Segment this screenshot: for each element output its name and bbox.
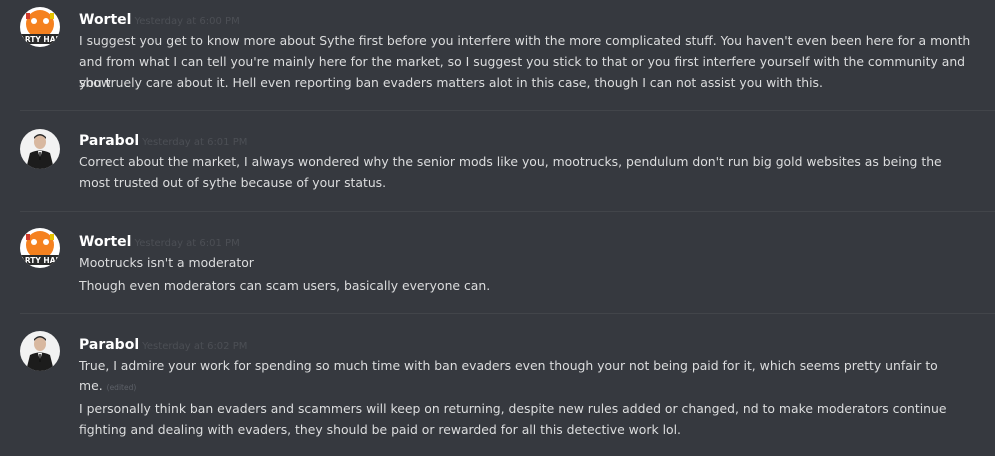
message-header: Wortel Yesterday at 6:01 PM xyxy=(79,231,240,250)
parabol-avatar[interactable] xyxy=(20,331,60,371)
wortel-avatar[interactable]: ARTY HAP xyxy=(20,7,60,47)
message-group-parabol-2: Parabol Yesterday at 6:02 PM True, I admi… xyxy=(0,314,995,456)
timestamp: Yesterday at 6:00 PM xyxy=(134,16,240,27)
username[interactable]: Wortel xyxy=(79,234,131,250)
message-header: Parabol Yesterday at 6:02 PM xyxy=(79,334,248,353)
message-group-wortel-1: ARTY HAP Wortel Yesterday at 6:00 PM I su… xyxy=(0,0,995,110)
message-line: me. (edited) xyxy=(79,375,989,398)
message-group-parabol-1: Parabol Yesterday at 6:01 PM Correct abou… xyxy=(0,111,995,211)
message-line-text: me. xyxy=(79,378,103,393)
chat-messages: ARTY HAP Wortel Yesterday at 6:00 PM I su… xyxy=(0,0,995,456)
message-line: I personally think ban evaders and scamm… xyxy=(79,401,947,416)
message-group-wortel-2: ARTY HAP Wortel Yesterday at 6:01 PM Moot… xyxy=(0,212,995,312)
timestamp: Yesterday at 6:02 PM xyxy=(142,341,248,352)
message-line: True, I admire your work for spending so… xyxy=(79,358,938,373)
message-line: fighting and dealing with evaders, they … xyxy=(79,422,681,437)
timestamp: Yesterday at 6:01 PM xyxy=(142,137,248,148)
message-line: Though even moderators can scam users, b… xyxy=(79,278,491,293)
parabol-avatar-image xyxy=(20,331,60,371)
message-line: you truely care about it. Hell even repo… xyxy=(79,75,823,90)
message-line: I suggest you get to know more about Syt… xyxy=(79,33,971,48)
parabol-avatar-image xyxy=(20,129,60,169)
message-header: Parabol Yesterday at 6:01 PM xyxy=(79,130,248,149)
message-line: Mootrucks isn't a moderator xyxy=(79,255,254,270)
message-header: Wortel Yesterday at 6:00 PM xyxy=(79,9,240,28)
edited-label: (edited) xyxy=(106,383,137,392)
wortel-avatar-text: ARTY HAP xyxy=(20,256,60,265)
wortel-avatar-image: ARTY HAP xyxy=(20,228,60,268)
username[interactable]: Wortel xyxy=(79,12,131,28)
wortel-avatar[interactable]: ARTY HAP xyxy=(20,228,60,268)
parabol-avatar[interactable] xyxy=(20,129,60,169)
timestamp: Yesterday at 6:01 PM xyxy=(134,238,240,249)
username[interactable]: Parabol xyxy=(79,337,139,353)
wortel-avatar-image: ARTY HAP xyxy=(20,7,60,47)
wortel-avatar-text: ARTY HAP xyxy=(20,35,60,44)
message-line: most trusted out of sythe because of you… xyxy=(79,175,387,190)
username[interactable]: Parabol xyxy=(79,133,139,149)
message-line: Correct about the market, I always wonde… xyxy=(79,154,942,169)
